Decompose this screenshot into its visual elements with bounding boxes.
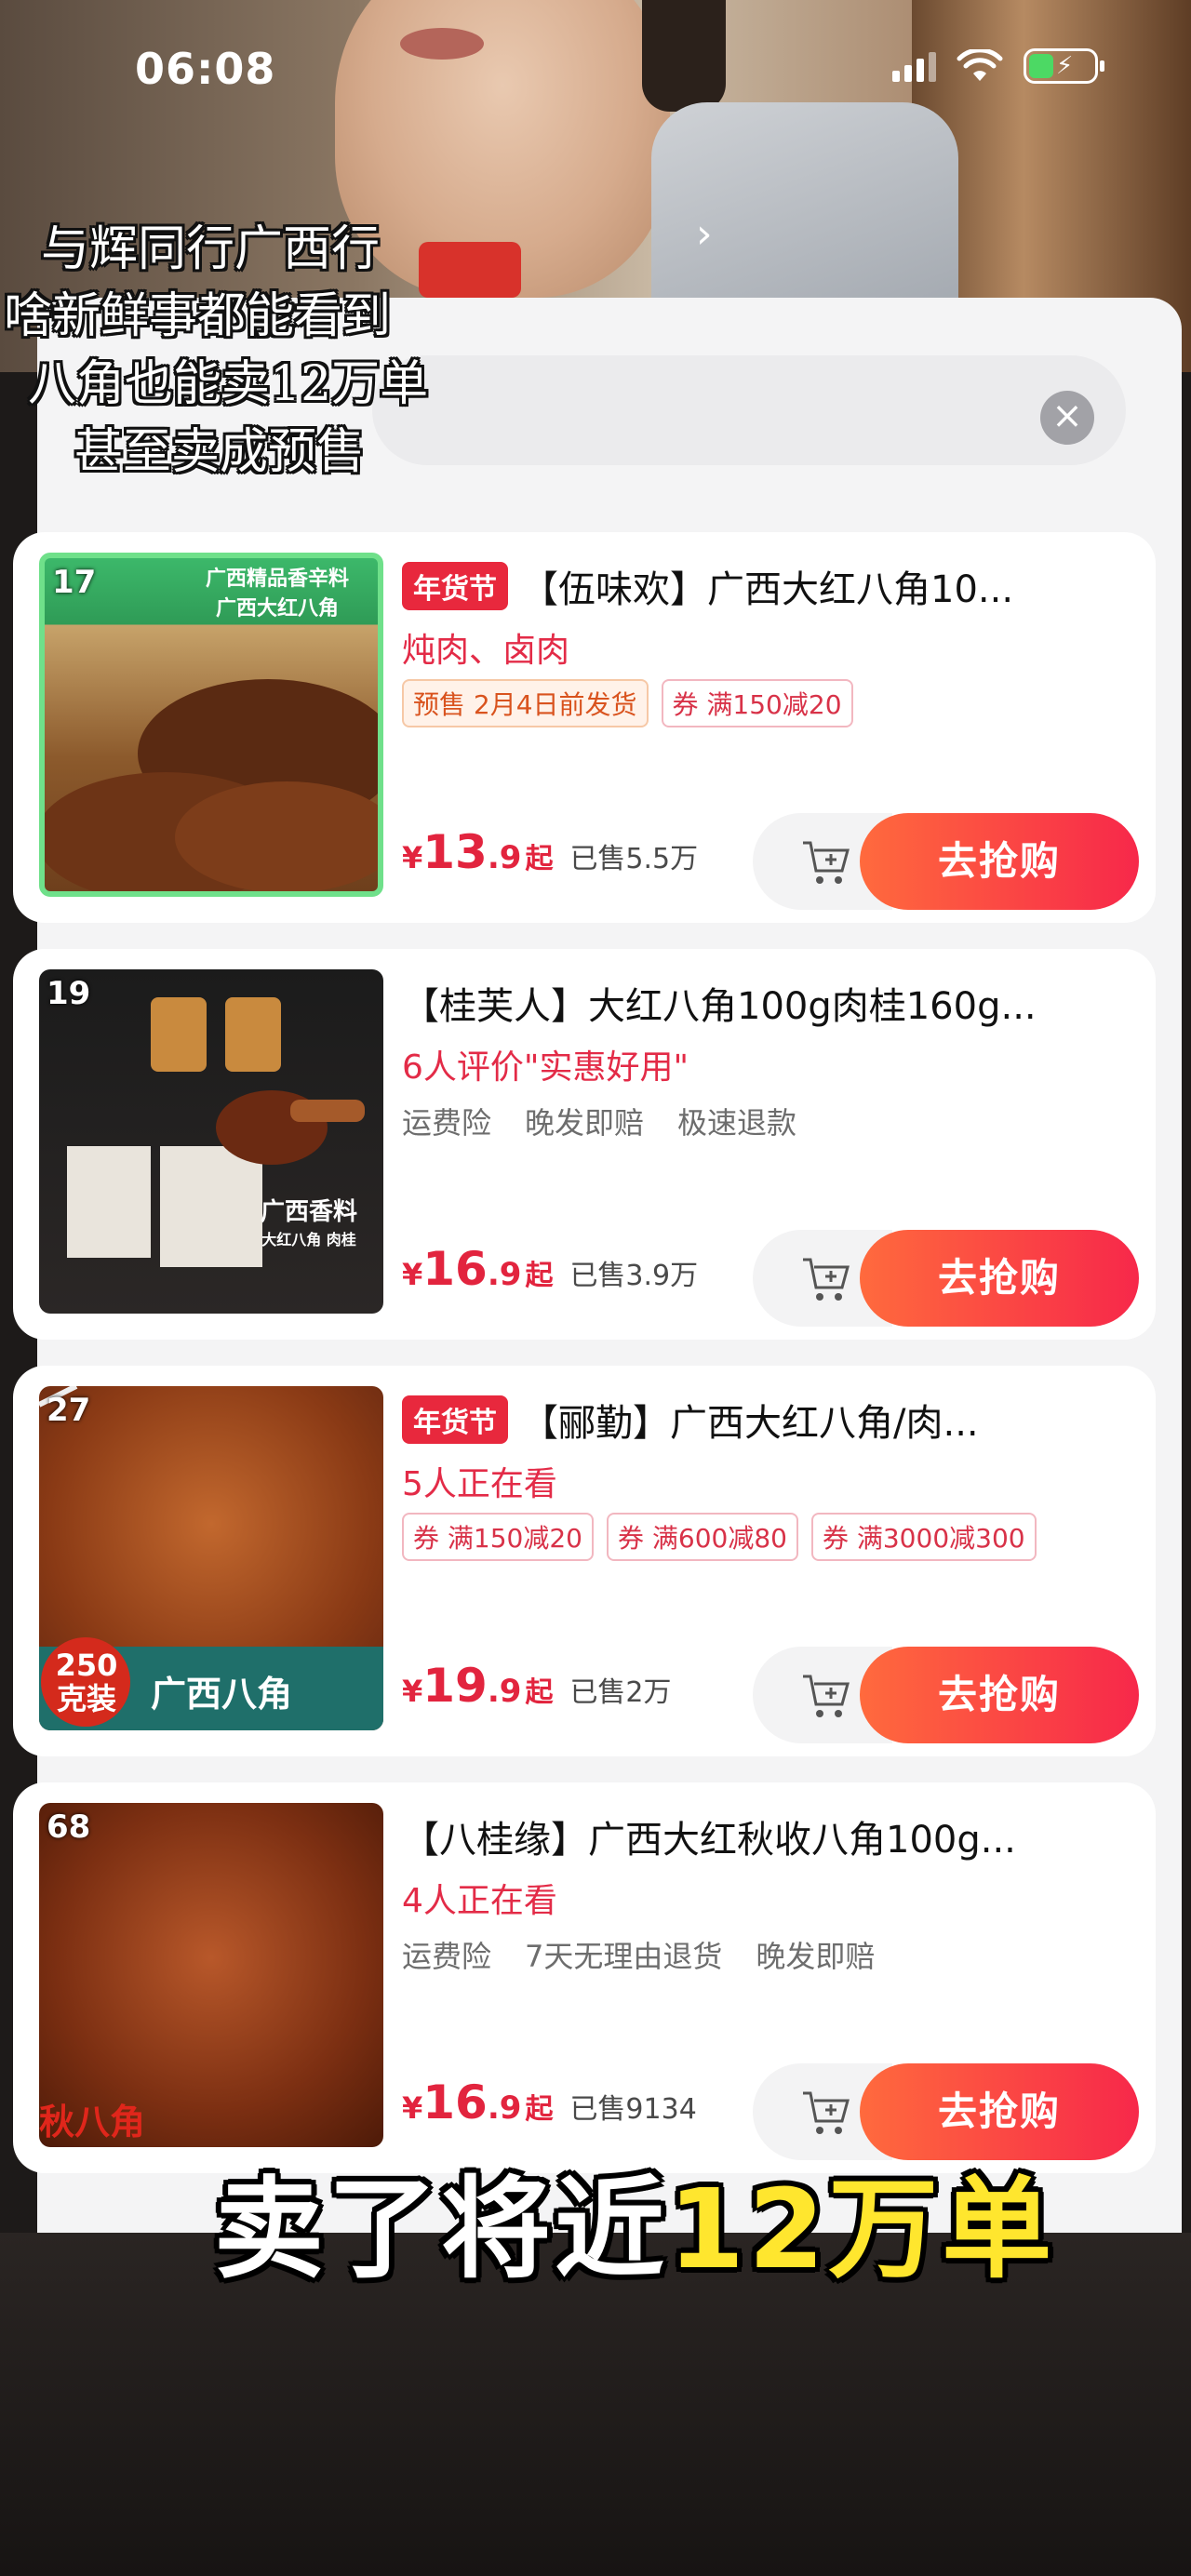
sold-count: 已售9134 (569, 2093, 697, 2126)
status-icons: ⚡ (892, 48, 1104, 84)
product-image[interactable]: 17 广西精品香辛料 广西大红八角 (39, 553, 383, 897)
promo-chips: 券 满150减20 券 满600减80 券 满3000减300 (402, 1513, 1037, 1561)
product-subline: 5人正在看 (402, 1465, 557, 1503)
product-image[interactable]: 27 250克装 广西八角 (39, 1386, 383, 1730)
product-title[interactable]: 【郦勤】广西大红八角/肉... (521, 1393, 979, 1447)
sold-count: 已售2万 (569, 1676, 672, 1709)
service-tag: 运费险 (402, 1939, 492, 1974)
product-subline: 炖肉、卤肉 (402, 632, 570, 670)
product-title-row: 年货节 【伍味欢】广西大红八角10... (402, 558, 1137, 614)
product-card[interactable]: 17 广西精品香辛料 广西大红八角 年货节 【伍味欢】广西大红八角10... 炖肉… (13, 532, 1156, 923)
overlay-line: 与辉同行广西行 (41, 221, 381, 277)
status-time: 06:08 (135, 44, 276, 94)
overlay-line: 甚至卖成预售 (74, 424, 366, 480)
coupon-chip: 券 满3000减300 (810, 1513, 1037, 1561)
product-subline: 4人正在看 (402, 1882, 557, 1920)
service-tags: 运费险 晚发即赔 极速退款 (402, 1100, 796, 1142)
festival-badge: 年货节 (402, 1395, 508, 1444)
product-card[interactable]: 68 秋八角 【八桂缘】广西大红秋收八角100g... 4人正在看 运费险 7天… (13, 1782, 1156, 2173)
price: ¥16.9 起已售9134 (402, 2075, 697, 2129)
service-tag: 7天无理由退货 (525, 1939, 723, 1974)
caption-highlight: 12万单 (668, 2165, 1056, 2293)
add-to-cart-icon (803, 1258, 850, 1301)
buy-now-button[interactable]: 去抢购 (860, 1230, 1139, 1327)
product-card[interactable]: 27 250克装 广西八角 年货节 【郦勤】广西大红八角/肉... 5人正在看 … (13, 1366, 1156, 1756)
promo-chips: 预售 2月4日前发货 券 满150减20 (402, 679, 853, 727)
price: ¥16.9 起已售3.9万 (402, 1242, 699, 1296)
product-image[interactable]: 19 广西香料 大红八角 肉桂 (39, 969, 383, 1314)
coupon-chip: 券 满150减20 (661, 679, 853, 727)
sold-count: 已售3.9万 (569, 1260, 699, 1292)
search-bar[interactable] (372, 355, 1126, 465)
service-tag: 极速退款 (677, 1105, 797, 1141)
price: ¥13.9 起已售5.5万 (402, 825, 699, 879)
chevron-right-icon[interactable]: › (696, 210, 713, 258)
festival-badge: 年货节 (402, 562, 508, 610)
product-title[interactable]: 【伍味欢】广西大红八角10... (521, 559, 1013, 613)
product-title-row: 【八桂缘】广西大红秋收八角100g... (402, 1809, 1137, 1864)
weight-label: 250克装 (55, 1648, 118, 1716)
coupon-chip: 券 满600减80 (606, 1513, 798, 1561)
background-red-sign (419, 242, 521, 298)
thumb-label: 广西香料 大红八角 肉桂 (260, 1198, 357, 1248)
thumb-label: 广西八角 (151, 1674, 293, 1715)
spice-jars-illustration (67, 997, 365, 1267)
add-to-cart-icon (803, 1675, 850, 1717)
rank-badge: 68 (47, 1809, 91, 1846)
close-icon[interactable]: × (1040, 391, 1094, 445)
battery-icon: ⚡ (1024, 48, 1104, 84)
product-title[interactable]: 【桂芙人】大红八角100g肉桂160g... (402, 976, 1037, 1030)
product-image[interactable]: 68 秋八角 (39, 1803, 383, 2147)
product-card[interactable]: 19 广西香料 大红八角 肉桂 【桂芙人】大红八角100g肉桂160g... 6人… (13, 949, 1156, 1340)
rank-badge: 19 (47, 975, 91, 1012)
service-tag: 运费险 (402, 1105, 492, 1141)
service-tag: 晚发即赔 (525, 1105, 645, 1141)
product-subline: 6人评价"实惠好用" (402, 1048, 689, 1087)
product-title-row: 【桂芙人】大红八角100g肉桂160g... (402, 975, 1137, 1031)
thumb-label: 秋八角 (39, 2102, 146, 2142)
presenter-hair (642, 0, 726, 112)
service-tag: 晚发即赔 (756, 1939, 876, 1974)
coupon-chip: 券 满150减20 (402, 1513, 594, 1561)
rank-badge: 17 (52, 564, 97, 601)
add-to-cart-icon (803, 841, 850, 884)
wifi-icon (957, 49, 1003, 81)
product-title-row: 年货节 【郦勤】广西大红八角/肉... (402, 1392, 1137, 1448)
rank-badge: 27 (47, 1392, 91, 1429)
caption-prefix: 卖了将近 (214, 2165, 669, 2293)
buy-now-button[interactable]: 去抢购 (860, 1647, 1139, 1743)
signal-icon (892, 50, 936, 82)
service-tags: 运费险 7天无理由退货 晚发即赔 (402, 1933, 875, 1976)
video-caption: 卖了将近12万单 (214, 2140, 1055, 2299)
price: ¥19.9 起已售2万 (402, 1659, 672, 1713)
product-title[interactable]: 【八桂缘】广西大红秋收八角100g... (402, 1809, 1016, 1863)
overlay-line: 啥新鲜事都能看到 (4, 288, 392, 344)
thumb-label: 广西精品香辛料 广西大红八角 (205, 567, 349, 621)
overlay-line: 八角也能卖12万单 (28, 356, 429, 412)
buy-now-button[interactable]: 去抢购 (860, 813, 1139, 910)
presale-chip: 预售 2月4日前发货 (402, 679, 649, 727)
presenter-mouth (400, 28, 484, 60)
sold-count: 已售5.5万 (569, 843, 699, 875)
add-to-cart-icon (803, 2091, 850, 2134)
